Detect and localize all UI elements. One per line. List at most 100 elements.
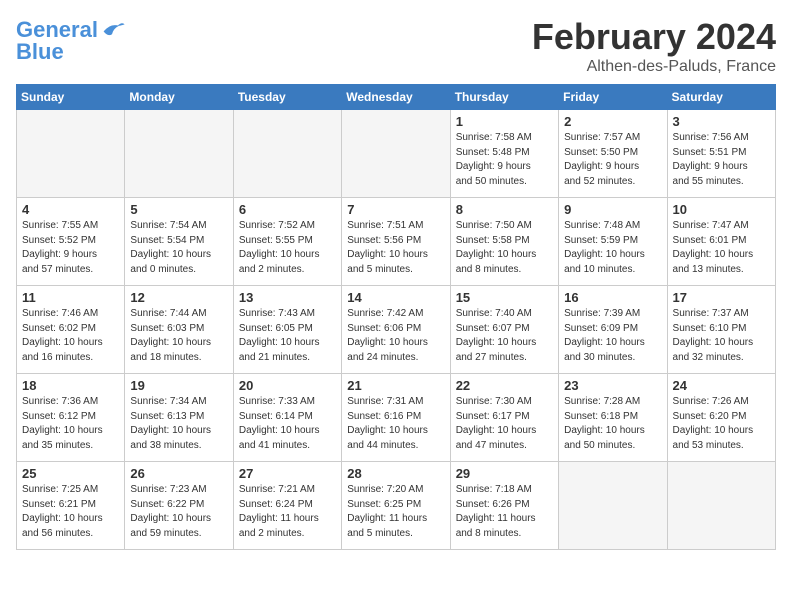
day-info: Sunrise: 7:58 AMSunset: 5:48 PMDaylight:… [456,131,553,189]
day-number: 1 [456,114,553,129]
day-info: Sunrise: 7:43 AMSunset: 6:05 PMDaylight:… [239,307,336,365]
calendar-cell: 25 Sunrise: 7:25 AMSunset: 6:21 PMDayligh… [17,462,125,550]
calendar-cell: 1 Sunrise: 7:58 AMSunset: 5:48 PMDaylight… [450,110,558,198]
day-info: Sunrise: 7:47 AMSunset: 6:01 PMDaylight:… [673,219,770,277]
calendar-cell: 27Sunrise: 7:21 AMSunset: 6:24 PMDayligh… [233,462,341,550]
calendar-cell: 14 Sunrise: 7:42 AMSunset: 6:06 PMDayligh… [342,286,450,374]
calendar-table: SundayMondayTuesdayWednesdayThursdayFrid… [16,84,776,550]
day-info: Sunrise: 7:51 AMSunset: 5:56 PMDaylight:… [347,219,444,277]
calendar-cell: 24 Sunrise: 7:26 AMSunset: 6:20 PMDayligh… [667,374,775,462]
day-info: Sunrise: 7:57 AMSunset: 5:50 PMDaylight:… [564,131,661,189]
day-number: 8 [456,202,553,217]
calendar-cell: 13 Sunrise: 7:43 AMSunset: 6:05 PMDayligh… [233,286,341,374]
calendar-cell: 22 Sunrise: 7:30 AMSunset: 6:17 PMDayligh… [450,374,558,462]
month-title: February 2024 [532,16,776,58]
calendar-cell: 21 Sunrise: 7:31 AMSunset: 6:16 PMDayligh… [342,374,450,462]
day-info: Sunrise: 7:20 AMSunset: 6:25 PMDaylight:… [347,483,444,541]
calendar-cell: 17Sunrise: 7:37 AMSunset: 6:10 PMDayligh… [667,286,775,374]
day-info: Sunrise: 7:25 AMSunset: 6:21 PMDaylight:… [22,483,119,541]
calendar-header-tuesday: Tuesday [233,85,341,110]
day-info: Sunrise: 7:18 AMSunset: 6:26 PMDaylight:… [456,483,553,541]
calendar-week-row: 11 Sunrise: 7:46 AMSunset: 6:02 PMDayligh… [17,286,776,374]
day-number: 21 [347,378,444,393]
day-info: Sunrise: 7:34 AMSunset: 6:13 PMDaylight:… [130,395,227,453]
calendar-header-saturday: Saturday [667,85,775,110]
calendar-cell [342,110,450,198]
calendar-cell: 3Sunrise: 7:56 AMSunset: 5:51 PMDaylight… [667,110,775,198]
calendar-cell: 5Sunrise: 7:54 AMSunset: 5:54 PMDaylight… [125,198,233,286]
title-block: February 2024 Althen-des-Paluds, France [532,16,776,76]
day-info: Sunrise: 7:37 AMSunset: 6:10 PMDaylight:… [673,307,770,365]
day-info: Sunrise: 7:36 AMSunset: 6:12 PMDaylight:… [22,395,119,453]
logo-blue-text: Blue [16,40,64,64]
day-info: Sunrise: 7:33 AMSunset: 6:14 PMDaylight:… [239,395,336,453]
calendar-cell [17,110,125,198]
calendar-week-row: 25 Sunrise: 7:25 AMSunset: 6:21 PMDayligh… [17,462,776,550]
day-number: 23 [564,378,661,393]
day-number: 9 [564,202,661,217]
calendar-cell: 20 Sunrise: 7:33 AMSunset: 6:14 PMDayligh… [233,374,341,462]
calendar-week-row: 4Sunrise: 7:55 AMSunset: 5:52 PMDaylight… [17,198,776,286]
calendar-cell: 10Sunrise: 7:47 AMSunset: 6:01 PMDayligh… [667,198,775,286]
day-info: Sunrise: 7:26 AMSunset: 6:20 PMDaylight:… [673,395,770,453]
day-number: 15 [456,290,553,305]
calendar-cell: 6 Sunrise: 7:52 AMSunset: 5:55 PMDaylight… [233,198,341,286]
day-number: 7 [347,202,444,217]
calendar-header-sunday: Sunday [17,85,125,110]
day-number: 26 [130,466,227,481]
logo: General Blue [16,16,126,64]
logo-bird-icon [98,16,126,44]
day-info: Sunrise: 7:31 AMSunset: 6:16 PMDaylight:… [347,395,444,453]
calendar-header-wednesday: Wednesday [342,85,450,110]
day-number: 14 [347,290,444,305]
day-info: Sunrise: 7:30 AMSunset: 6:17 PMDaylight:… [456,395,553,453]
calendar-header-friday: Friday [559,85,667,110]
calendar-cell: 18 Sunrise: 7:36 AMSunset: 6:12 PMDayligh… [17,374,125,462]
day-number: 4 [22,202,119,217]
calendar-week-row: 1 Sunrise: 7:58 AMSunset: 5:48 PMDaylight… [17,110,776,198]
calendar-header-thursday: Thursday [450,85,558,110]
location-title: Althen-des-Paluds, France [532,58,776,76]
day-number: 2 [564,114,661,129]
day-info: Sunrise: 7:42 AMSunset: 6:06 PMDaylight:… [347,307,444,365]
calendar-cell [559,462,667,550]
calendar-cell: 26Sunrise: 7:23 AMSunset: 6:22 PMDayligh… [125,462,233,550]
day-info: Sunrise: 7:28 AMSunset: 6:18 PMDaylight:… [564,395,661,453]
day-number: 27 [239,466,336,481]
day-number: 11 [22,290,119,305]
calendar-header-monday: Monday [125,85,233,110]
day-number: 18 [22,378,119,393]
calendar-cell: 28 Sunrise: 7:20 AMSunset: 6:25 PMDayligh… [342,462,450,550]
day-info: Sunrise: 7:50 AMSunset: 5:58 PMDaylight:… [456,219,553,277]
day-number: 25 [22,466,119,481]
calendar-cell: 12 Sunrise: 7:44 AMSunset: 6:03 PMDayligh… [125,286,233,374]
calendar-week-row: 18 Sunrise: 7:36 AMSunset: 6:12 PMDayligh… [17,374,776,462]
calendar-cell: 11 Sunrise: 7:46 AMSunset: 6:02 PMDayligh… [17,286,125,374]
day-number: 29 [456,466,553,481]
calendar-cell [233,110,341,198]
day-number: 12 [130,290,227,305]
calendar-cell: 7 Sunrise: 7:51 AMSunset: 5:56 PMDaylight… [342,198,450,286]
calendar-cell: 8 Sunrise: 7:50 AMSunset: 5:58 PMDaylight… [450,198,558,286]
page-header: General Blue February 2024 Althen-des-Pa… [16,16,776,76]
day-info: Sunrise: 7:39 AMSunset: 6:09 PMDaylight:… [564,307,661,365]
calendar-cell: 16 Sunrise: 7:39 AMSunset: 6:09 PMDayligh… [559,286,667,374]
day-number: 13 [239,290,336,305]
day-number: 28 [347,466,444,481]
calendar-cell [125,110,233,198]
day-number: 22 [456,378,553,393]
day-number: 24 [673,378,770,393]
calendar-cell: 2 Sunrise: 7:57 AMSunset: 5:50 PMDaylight… [559,110,667,198]
calendar-cell: 4Sunrise: 7:55 AMSunset: 5:52 PMDaylight… [17,198,125,286]
calendar-cell: 9Sunrise: 7:48 AMSunset: 5:59 PMDaylight… [559,198,667,286]
day-number: 20 [239,378,336,393]
day-number: 16 [564,290,661,305]
calendar-header-row: SundayMondayTuesdayWednesdayThursdayFrid… [17,85,776,110]
calendar-cell: 29 Sunrise: 7:18 AMSunset: 6:26 PMDayligh… [450,462,558,550]
day-info: Sunrise: 7:40 AMSunset: 6:07 PMDaylight:… [456,307,553,365]
day-info: Sunrise: 7:54 AMSunset: 5:54 PMDaylight:… [130,219,227,277]
day-info: Sunrise: 7:44 AMSunset: 6:03 PMDaylight:… [130,307,227,365]
day-info: Sunrise: 7:52 AMSunset: 5:55 PMDaylight:… [239,219,336,277]
day-number: 6 [239,202,336,217]
day-info: Sunrise: 7:46 AMSunset: 6:02 PMDaylight:… [22,307,119,365]
